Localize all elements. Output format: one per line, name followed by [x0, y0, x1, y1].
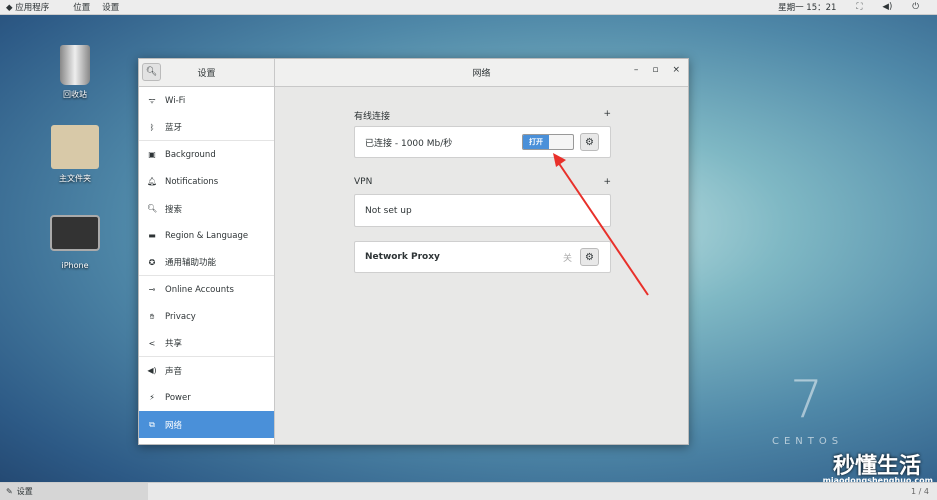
- settings-icon: ✎: [6, 487, 13, 496]
- taskbar-item-settings[interactable]: ✎ 设置: [0, 483, 148, 500]
- workspace-pager[interactable]: 1 / 4: [911, 487, 929, 496]
- taskbar: ✎ 设置 1 / 4: [0, 482, 937, 500]
- annotation-arrow: [553, 153, 649, 296]
